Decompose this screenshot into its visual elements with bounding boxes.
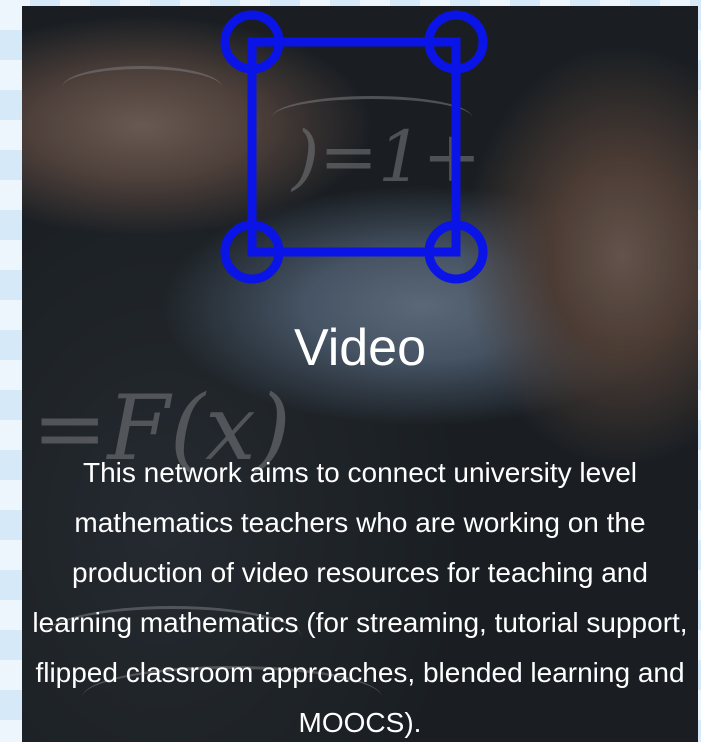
card-description: This network aims to connect university …: [32, 457, 688, 738]
card-title: Video: [293, 319, 427, 377]
bounding-box-icon: [220, 10, 488, 284]
video-topic-card[interactable]: )=1+ =F(x) Video This network aims to co…: [22, 6, 698, 742]
